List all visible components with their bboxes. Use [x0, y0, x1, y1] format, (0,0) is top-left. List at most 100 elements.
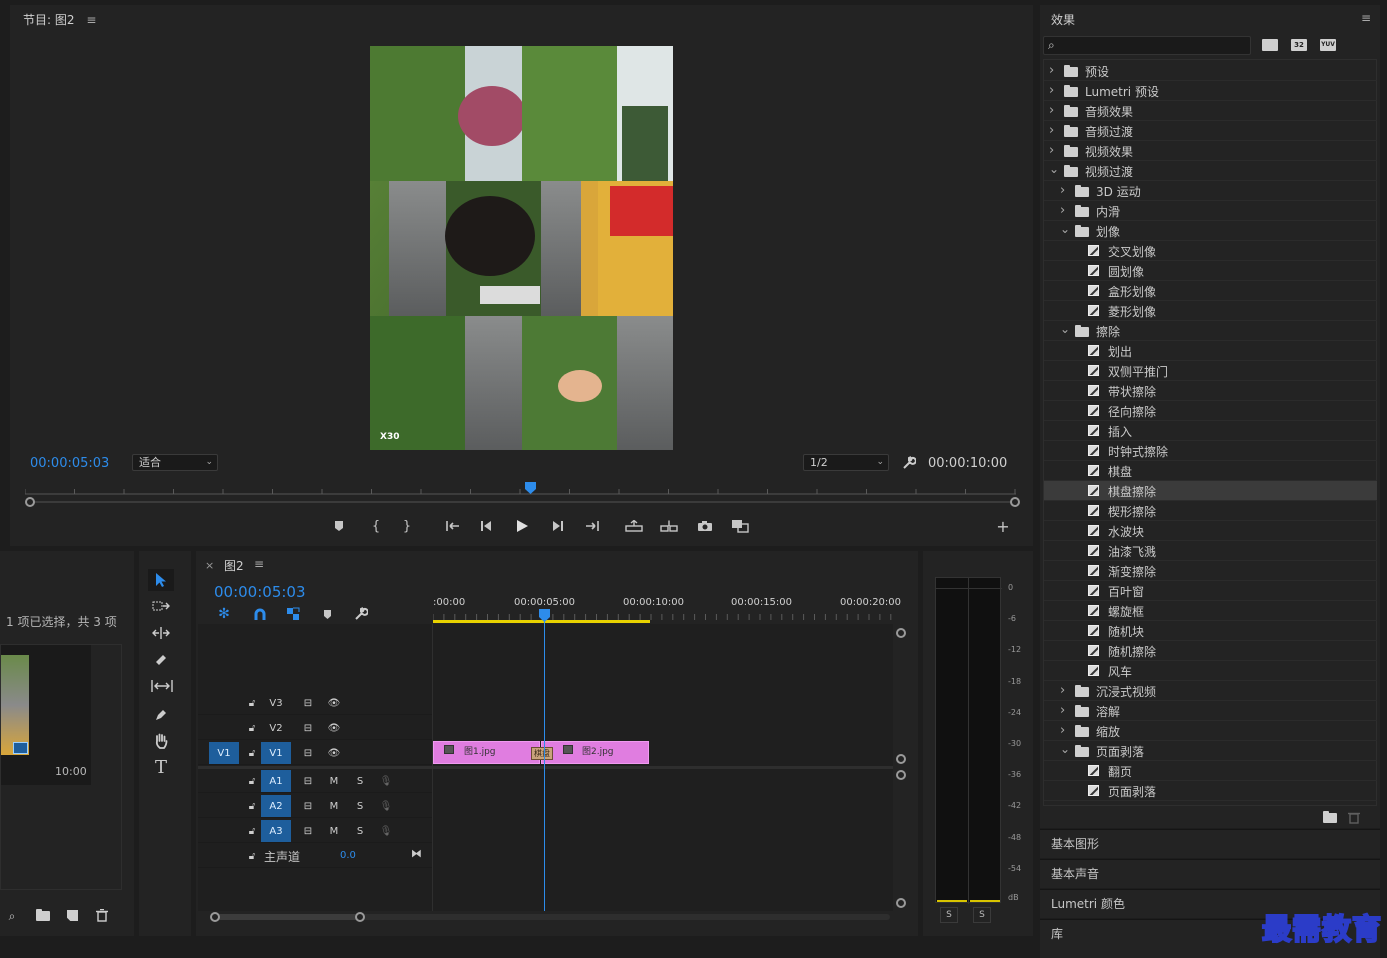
- sync-lock-icon[interactable]: ⊟: [300, 695, 316, 711]
- 32bit-effects-icon[interactable]: 32: [1291, 39, 1307, 51]
- chevron-right-icon[interactable]: ›: [1049, 83, 1054, 98]
- microphone-icon[interactable]: 🎙︎: [378, 798, 394, 814]
- add-marker-button[interactable]: [329, 517, 349, 535]
- timeline-menu-icon[interactable]: ≡: [254, 557, 264, 571]
- new-item-icon[interactable]: [67, 910, 78, 921]
- go-to-out-button[interactable]: [582, 517, 602, 535]
- new-custom-bin-icon[interactable]: [1323, 811, 1337, 823]
- effects-tree-item[interactable]: 径向擦除: [1044, 401, 1377, 421]
- effects-tree-item[interactable]: 棋盘擦除: [1044, 481, 1377, 501]
- effects-tree-item[interactable]: 插入: [1044, 421, 1377, 441]
- program-current-time[interactable]: 00:00:05:03: [30, 456, 109, 471]
- chevron-down-icon[interactable]: ⌄: [1060, 322, 1070, 336]
- effects-tree-item[interactable]: ⌄ 划像: [1044, 221, 1377, 241]
- scroll-handle-left[interactable]: [25, 497, 35, 507]
- effects-tree-item[interactable]: 风车: [1044, 661, 1377, 681]
- mute-button[interactable]: M: [326, 798, 342, 814]
- chevron-right-icon[interactable]: ›: [1049, 143, 1054, 158]
- mark-in-button[interactable]: {: [366, 517, 386, 535]
- track-target-v1[interactable]: V1: [261, 742, 291, 764]
- master-goto-icon[interactable]: ⧓: [411, 847, 422, 860]
- solo-button[interactable]: S: [352, 773, 368, 789]
- lift-button[interactable]: [624, 517, 644, 535]
- fit-dropdown[interactable]: 适合 ⌄: [132, 454, 218, 471]
- snap-magnet-icon[interactable]: [252, 606, 268, 622]
- chevron-right-icon[interactable]: ›: [1060, 183, 1065, 198]
- effects-tree-item[interactable]: 螺旋框: [1044, 601, 1377, 621]
- sync-lock-icon[interactable]: ⊟: [300, 798, 316, 814]
- chevron-down-icon[interactable]: ⌄: [1060, 742, 1070, 756]
- lock-icon[interactable]: 🔓︎: [244, 823, 260, 839]
- timeline-current-time[interactable]: 00:00:05:03: [214, 583, 306, 601]
- delete-custom-item-icon[interactable]: [1348, 811, 1360, 824]
- resolution-dropdown[interactable]: 1/2 ⌄: [803, 454, 889, 471]
- chevron-down-icon[interactable]: ⌄: [1060, 222, 1070, 236]
- pen-tool[interactable]: [151, 706, 171, 724]
- sync-lock-icon[interactable]: ⊟: [300, 745, 316, 761]
- timeline-hscroll[interactable]: [210, 912, 893, 922]
- timeline-settings-wrench-icon[interactable]: [353, 606, 369, 622]
- effects-tree-item[interactable]: 楔形擦除: [1044, 501, 1377, 521]
- lock-icon[interactable]: 🔓︎: [244, 848, 260, 864]
- type-tool[interactable]: T: [151, 757, 171, 778]
- effects-tree-item[interactable]: › 3D 运动: [1044, 181, 1377, 201]
- effects-tree-item[interactable]: 棋盘: [1044, 461, 1377, 481]
- linked-selection-icon[interactable]: [285, 606, 301, 622]
- effects-tree-item[interactable]: 时钟式擦除: [1044, 441, 1377, 461]
- track-select-tool[interactable]: [151, 598, 171, 614]
- chevron-right-icon[interactable]: ›: [1049, 63, 1054, 78]
- step-forward-button[interactable]: [547, 517, 567, 535]
- effects-tree-item[interactable]: 盒形划像: [1044, 281, 1377, 301]
- effects-tree-item[interactable]: › 视频效果: [1044, 141, 1377, 161]
- effects-tree-item[interactable]: › 沉浸式视频: [1044, 681, 1377, 701]
- audio-vscroll-bottom[interactable]: [896, 898, 906, 908]
- effects-tree-item[interactable]: › 音频效果: [1044, 101, 1377, 121]
- chevron-right-icon[interactable]: ›: [1060, 203, 1065, 218]
- effects-tree-item[interactable]: 随机擦除: [1044, 641, 1377, 661]
- chevron-right-icon[interactable]: ›: [1060, 703, 1065, 718]
- microphone-icon[interactable]: 🎙︎: [378, 823, 394, 839]
- essential-graphics-section[interactable]: 基本图形: [1040, 829, 1380, 858]
- trash-icon[interactable]: [96, 908, 108, 922]
- source-patch-v1[interactable]: V1: [209, 742, 239, 764]
- eye-icon[interactable]: 👁︎: [326, 720, 342, 736]
- effects-tree-item[interactable]: › 预设: [1044, 61, 1377, 81]
- eye-icon[interactable]: 👁︎: [326, 695, 342, 711]
- step-back-button[interactable]: [477, 517, 497, 535]
- track-header-v3[interactable]: 🔓︎ V3 ⊟ 👁︎: [198, 691, 432, 715]
- clip-2[interactable]: 图2.jpg: [541, 741, 649, 764]
- effects-tree-item[interactable]: 交叉划像: [1044, 241, 1377, 261]
- meter-solo-right[interactable]: S: [973, 907, 991, 923]
- chevron-down-icon[interactable]: ⌄: [1049, 162, 1059, 176]
- settings-wrench-icon[interactable]: [900, 454, 918, 472]
- slip-tool[interactable]: [151, 678, 173, 694]
- video-vscroll-top[interactable]: [896, 628, 906, 638]
- panel-menu-icon[interactable]: ≡: [86, 13, 96, 27]
- effects-tree-item[interactable]: 翻页: [1044, 761, 1377, 781]
- chevron-right-icon[interactable]: ›: [1049, 103, 1054, 118]
- track-header-a1[interactable]: 🔓︎ A1 ⊟ M S 🎙︎: [198, 769, 432, 793]
- export-frame-button[interactable]: [695, 517, 715, 535]
- track-target-a3[interactable]: A3: [261, 820, 291, 842]
- effects-tree-item[interactable]: 随机块: [1044, 621, 1377, 641]
- add-marker-icon[interactable]: [320, 607, 334, 621]
- effects-tree-item[interactable]: ⌄ 视频过渡: [1044, 161, 1377, 181]
- mute-button[interactable]: M: [326, 823, 342, 839]
- project-item-card[interactable]: 10:00: [1, 645, 91, 785]
- go-to-in-button[interactable]: [443, 517, 463, 535]
- timeline-tab-close[interactable]: ×: [205, 559, 214, 572]
- comparison-view-button[interactable]: [730, 517, 750, 535]
- effects-tree-item[interactable]: 双侧平推门: [1044, 361, 1377, 381]
- effects-tree-item[interactable]: › 缩放: [1044, 721, 1377, 741]
- ripple-edit-tool[interactable]: [151, 625, 171, 641]
- effects-tree-item[interactable]: 渐变擦除: [1044, 561, 1377, 581]
- transition-checkerboard[interactable]: 棋盘: [531, 747, 553, 760]
- effects-tree-item[interactable]: 菱形划像: [1044, 301, 1377, 321]
- lock-icon[interactable]: 🔓︎: [244, 720, 260, 736]
- effects-tree-item[interactable]: 百叶窗: [1044, 581, 1377, 601]
- meter-solo-left[interactable]: S: [940, 907, 958, 923]
- accelerated-effects-icon[interactable]: [1262, 39, 1278, 51]
- hscroll-handle-left[interactable]: [210, 912, 220, 922]
- lock-icon[interactable]: 🔓︎: [244, 695, 260, 711]
- sync-lock-icon[interactable]: ⊟: [300, 773, 316, 789]
